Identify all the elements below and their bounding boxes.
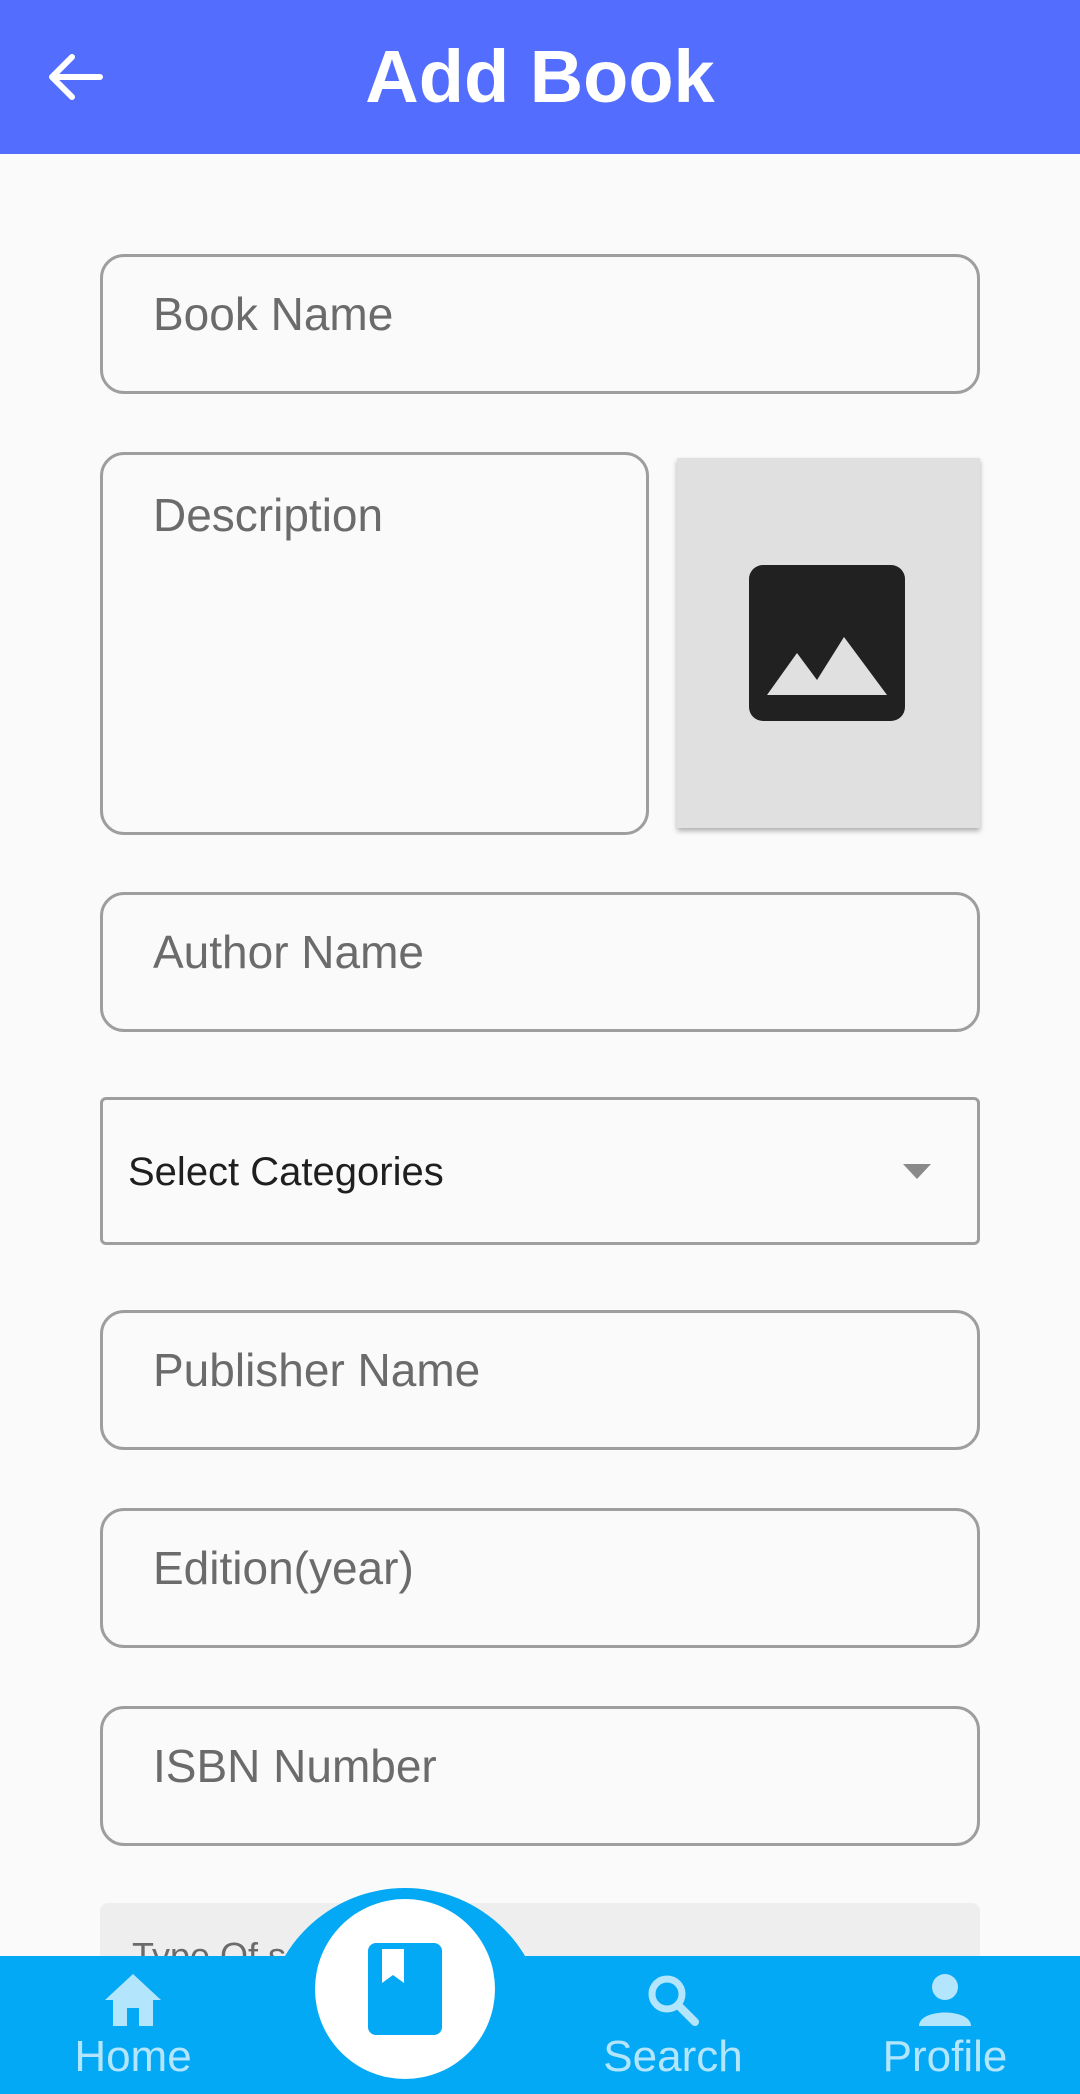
page-title: Add Book [365, 35, 715, 118]
nav-item-search[interactable]: Search [573, 1966, 773, 2094]
book-icon [368, 1943, 442, 2035]
publisher-name-input[interactable] [153, 1343, 947, 1397]
person-icon [919, 1974, 971, 2026]
image-picker[interactable] [677, 458, 980, 828]
publisher-name-field[interactable] [100, 1310, 980, 1450]
nav-label-home: Home [74, 2032, 192, 2081]
image-icon [749, 565, 905, 721]
categories-selected-value: Select Categories [128, 1150, 444, 1194]
book-name-input[interactable] [153, 287, 947, 341]
app-bar: Add Book [0, 0, 1080, 154]
author-name-field[interactable] [100, 892, 980, 1032]
book-name-field[interactable] [100, 254, 980, 394]
author-name-input[interactable] [153, 925, 947, 979]
edition-year-field[interactable] [100, 1508, 980, 1648]
categories-dropdown[interactable]: Select Categories [100, 1097, 980, 1245]
add-book-fab[interactable] [315, 1899, 495, 2079]
search-icon [648, 1975, 699, 2026]
description-field[interactable] [100, 452, 649, 835]
nav-label-profile: Profile [882, 2032, 1008, 2081]
nav-label-search: Search [603, 2032, 743, 2081]
isbn-number-field[interactable] [100, 1706, 980, 1846]
dropdown-caret-icon [903, 1164, 931, 1179]
nav-item-home[interactable]: Home [33, 1966, 233, 2094]
isbn-number-input[interactable] [153, 1739, 947, 1793]
nav-item-profile[interactable]: Profile [845, 1966, 1045, 2094]
edition-year-input[interactable] [153, 1541, 947, 1595]
description-input[interactable] [153, 485, 616, 785]
home-icon [105, 1974, 161, 2026]
